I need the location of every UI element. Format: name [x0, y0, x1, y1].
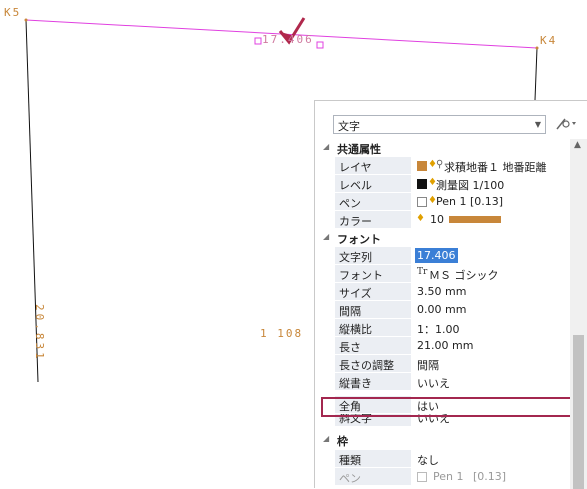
object-type-label: 文字 [338, 120, 360, 133]
text-string-input[interactable]: 17.406 [413, 247, 570, 265]
property-value[interactable]: ♦ ⚲ 求積地番１ 地番距離 [413, 157, 570, 175]
property-name: レイヤ [335, 157, 411, 175]
layer-color-swatch [417, 161, 427, 171]
property-value[interactable]: 1：1.00 [413, 319, 570, 337]
property-name: ペン [335, 468, 411, 486]
point-label-k4: K4 [540, 34, 558, 47]
property-value[interactable]: 0.00 mm [413, 301, 570, 319]
property-row-level[interactable]: レベル ♦ 測量図 1/100 [315, 175, 570, 193]
property-value[interactable]: Tr ＭＳ ゴシック [413, 265, 570, 283]
property-value[interactable]: ♦ Pen 1 [0.13] [413, 193, 570, 211]
property-row-aspect[interactable]: 縦横比 1：1.00 [315, 319, 570, 337]
property-row-layer[interactable]: レイヤ ♦ ⚲ 求積地番１ 地番距離 [315, 157, 570, 175]
magic-wand-gear-icon [556, 118, 576, 130]
selection-handle-right[interactable] [316, 41, 324, 49]
property-name: 間隔 [335, 301, 411, 319]
property-row-frame-pen[interactable]: ペン Pen 1 [0.13] [315, 468, 570, 486]
property-value[interactable]: 21.00 mm [413, 337, 570, 355]
property-name: サイズ [335, 283, 411, 301]
property-row-size[interactable]: サイズ 3.50 mm [315, 283, 570, 301]
property-value[interactable]: ♦ 10 [413, 211, 570, 229]
selected-text[interactable]: 17.406 [415, 248, 458, 263]
property-row-length-adjust[interactable]: 長さの調整 間隔 [315, 355, 570, 373]
property-name: 種類 [335, 450, 411, 468]
truetype-font-icon: Tr [417, 267, 428, 277]
property-row-color[interactable]: カラー ♦ 10 [315, 211, 570, 229]
selection-handle-left[interactable] [254, 37, 262, 45]
point-k5-marker[interactable] [24, 18, 28, 22]
boundary-line-right [534, 47, 538, 101]
section-frame[interactable]: ◢ 枠 [315, 431, 570, 449]
property-name: ペン [335, 193, 411, 211]
collapse-triangle-icon[interactable]: ◢ [323, 142, 329, 151]
property-row-spacing[interactable]: 間隔 0.00 mm [315, 301, 570, 319]
property-value[interactable]: なし [413, 450, 570, 468]
scroll-up-arrow-icon[interactable]: ▲ [574, 140, 581, 150]
property-name: 長さの調整 [335, 355, 411, 373]
scroll-thumb[interactable] [573, 335, 584, 489]
vertical-scrollbar[interactable]: ▲ [570, 139, 587, 489]
section-title: 枠 [337, 435, 348, 448]
level-color-swatch [417, 179, 427, 189]
property-name: カラー [335, 211, 411, 229]
property-value: Pen 1 [0.13] [413, 468, 570, 486]
property-name: レベル [335, 175, 411, 193]
highlight-box [321, 397, 570, 417]
property-name: 長さ [335, 337, 411, 355]
point-k4-marker[interactable] [535, 46, 539, 50]
property-row-vertical[interactable]: 縦書き いいえ [315, 373, 570, 391]
property-grid: ◢ 共通属性 レイヤ ♦ ⚲ 求積地番１ 地番距離 レベル ♦ 測量図 1/10… [315, 139, 570, 489]
point-label-k5: K5 [4, 6, 22, 19]
property-name: 縦書き [335, 373, 411, 391]
property-row-text-string[interactable]: 文字列 17.406 [315, 247, 570, 265]
property-value[interactable]: いいえ [413, 373, 570, 391]
quick-select-button[interactable] [555, 115, 581, 134]
section-font[interactable]: ◢ フォント [315, 229, 570, 247]
collapse-triangle-icon[interactable]: ◢ [323, 434, 329, 443]
property-row-length[interactable]: 長さ 21.00 mm [315, 337, 570, 355]
pen-swatch-disabled [417, 472, 427, 482]
property-row-font[interactable]: フォント Tr ＭＳ ゴシック [315, 265, 570, 283]
chevron-down-icon[interactable]: ▼ [535, 120, 541, 129]
property-row-pen[interactable]: ペン ♦ Pen 1 [0.13] [315, 193, 570, 211]
property-name: フォント [335, 265, 411, 283]
section-title: フォント [337, 233, 381, 246]
lightbulb-icon: ♦ [416, 213, 425, 224]
dimension-text-mid: 1 108 [260, 327, 304, 340]
collapse-triangle-icon[interactable]: ◢ [323, 232, 329, 241]
properties-panel: 文字 ▼ ◢ 共通属性 レイヤ ♦ ⚲ 求積地番１ 地番距離 レベル ♦ 測量図… [314, 100, 587, 489]
pen-swatch [417, 197, 427, 207]
property-name: 縦横比 [335, 319, 411, 337]
property-value[interactable]: ♦ 測量図 1/100 [413, 175, 570, 193]
dimension-text-top[interactable]: 17.406 [262, 33, 314, 46]
property-value[interactable]: 3.50 mm [413, 283, 570, 301]
section-common[interactable]: ◢ 共通属性 [315, 139, 570, 157]
magnifier-icon: ⚲ [436, 159, 444, 170]
section-title: 共通属性 [337, 143, 381, 156]
property-row-frame-type[interactable]: 種類 なし [315, 450, 570, 468]
object-type-dropdown[interactable]: 文字 ▼ [333, 115, 546, 134]
property-value[interactable]: 間隔 [413, 355, 570, 373]
color-bar-swatch [449, 216, 501, 223]
property-name: 文字列 [335, 247, 411, 265]
dimension-text-left: 20.831 [33, 304, 46, 362]
